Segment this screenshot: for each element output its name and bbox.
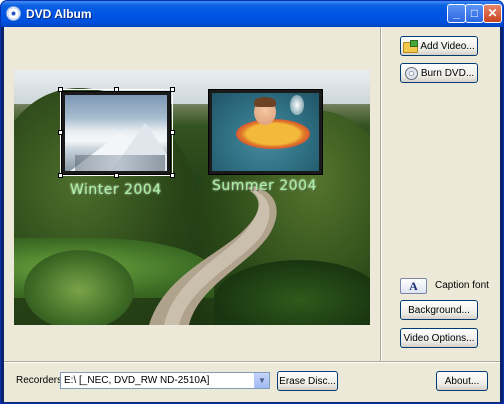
app-window: DVD Album _ □ ✕ Winter 2004 Summer 2004 …: [0, 0, 504, 404]
water-splash-shape: [290, 95, 304, 115]
add-video-folder-icon: [403, 40, 419, 53]
add-video-label: Add Video...: [420, 40, 475, 52]
clip-caption-summer[interactable]: Summer 2004: [212, 178, 317, 194]
window-title: DVD Album: [26, 7, 92, 21]
about-label: About...: [444, 375, 480, 387]
resize-handle-left[interactable]: [58, 130, 63, 135]
resize-handle-bottom-left[interactable]: [58, 173, 63, 178]
swim-ring-shape: [236, 119, 310, 149]
recorders-dropdown[interactable]: E:\ [_NEC, DVD_RW ND-2510A] ▼: [60, 372, 270, 389]
child-hair-shape: [254, 97, 276, 107]
burn-dvd-button[interactable]: Burn DVD...: [400, 63, 478, 83]
resize-handle-bottom-right[interactable]: [170, 173, 175, 178]
title-bar[interactable]: DVD Album _ □ ✕: [1, 1, 503, 27]
burn-dvd-label: Burn DVD...: [420, 67, 475, 79]
caption-font-label: Caption font: [435, 280, 489, 291]
vertical-divider: [380, 27, 382, 361]
erase-disc-label: Erase Disc...: [279, 375, 336, 387]
summer-photo: [212, 93, 319, 171]
preview-foreground-tree: [24, 250, 134, 325]
background-label: Background...: [408, 304, 470, 316]
selection-box: [60, 89, 173, 176]
maximize-button[interactable]: □: [465, 4, 484, 23]
dvd-disc-icon: [6, 6, 21, 21]
clip-caption-winter[interactable]: Winter 2004: [70, 182, 162, 198]
album-preview[interactable]: Winter 2004 Summer 2004: [14, 70, 370, 325]
chevron-down-icon[interactable]: ▼: [254, 373, 269, 388]
burn-disc-icon: [404, 67, 418, 80]
add-video-button[interactable]: Add Video...: [400, 36, 478, 56]
resize-handle-right[interactable]: [170, 130, 175, 135]
recorder-selected-value: E:\ [_NEC, DVD_RW ND-2510A]: [64, 375, 210, 386]
about-button[interactable]: About...: [436, 371, 488, 391]
video-options-label: Video Options...: [403, 332, 475, 344]
horizontal-divider: [4, 361, 500, 363]
close-button[interactable]: ✕: [483, 4, 502, 23]
video-options-button[interactable]: Video Options...: [400, 328, 478, 348]
resize-handle-top-right[interactable]: [170, 87, 175, 92]
resize-handle-top[interactable]: [114, 87, 119, 92]
erase-disc-button[interactable]: Erase Disc...: [277, 371, 338, 391]
caption-font-button[interactable]: A: [400, 278, 427, 294]
resize-handle-top-left[interactable]: [58, 87, 63, 92]
recorders-label: Recorders:: [16, 375, 65, 386]
client-area: Winter 2004 Summer 2004 Add Video... Bur…: [4, 27, 500, 402]
minimize-button[interactable]: _: [447, 4, 466, 23]
background-button[interactable]: Background...: [400, 300, 478, 320]
clip-thumbnail-summer[interactable]: [208, 89, 323, 175]
resize-handle-bottom[interactable]: [114, 173, 119, 178]
